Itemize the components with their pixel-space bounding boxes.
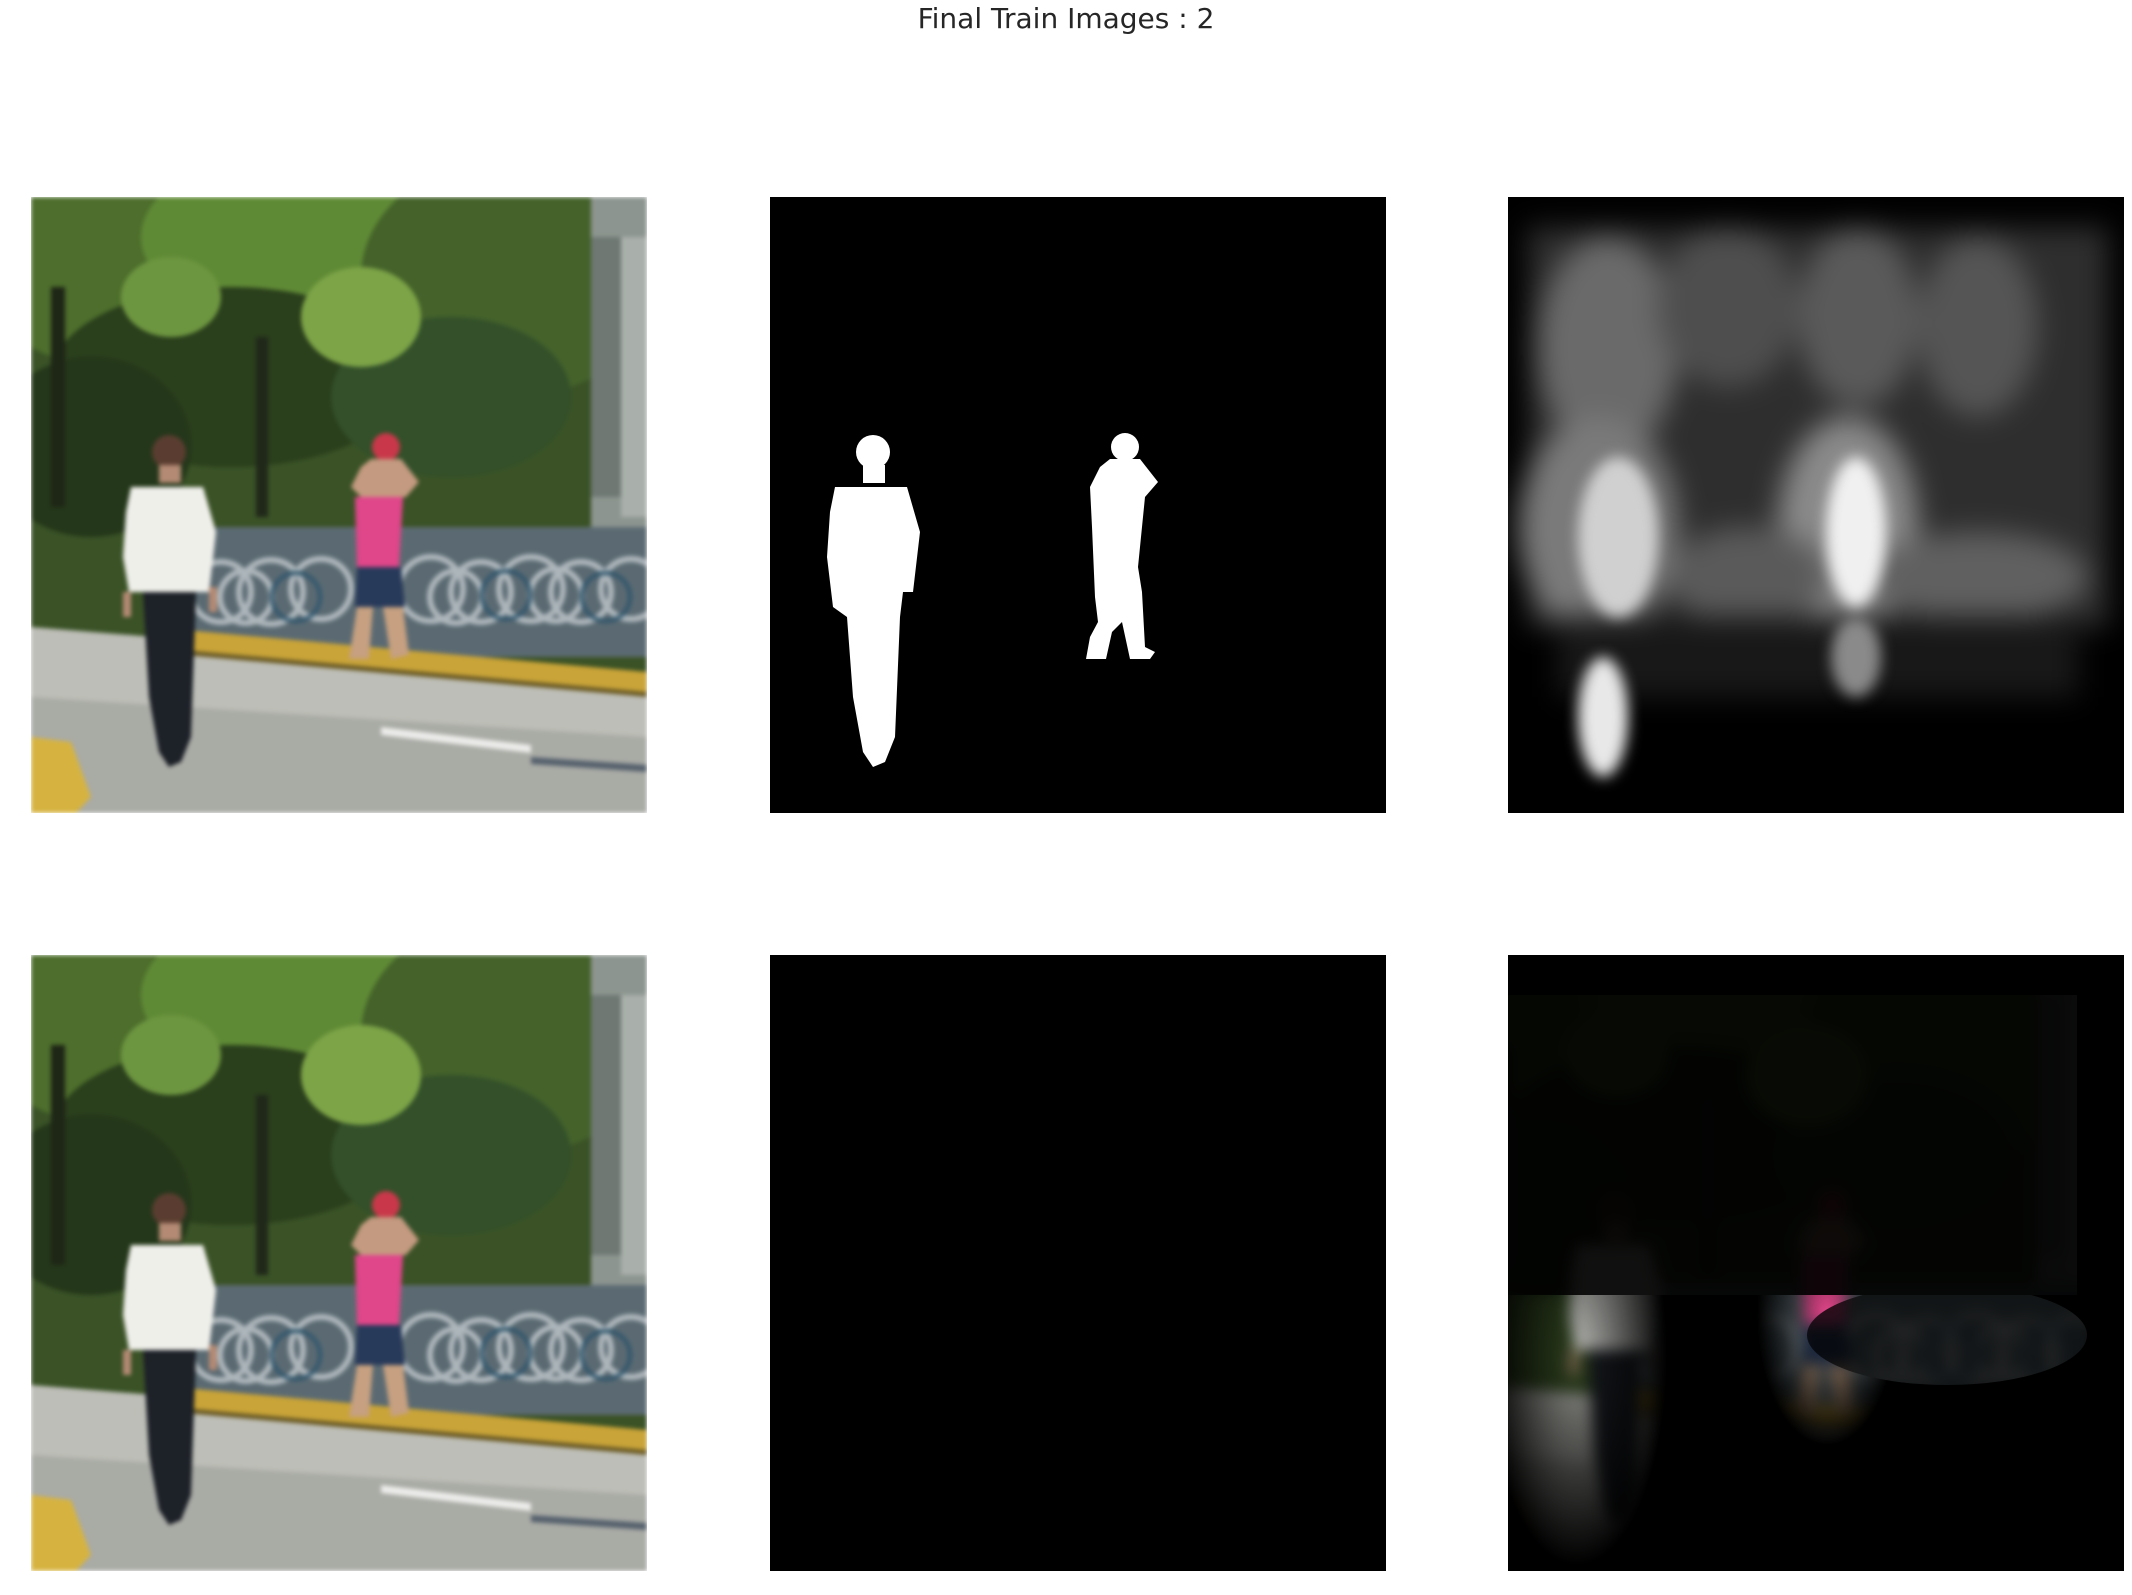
pred-masked-image-panel bbox=[1508, 955, 2124, 1571]
ground-truth-mask bbox=[770, 197, 1386, 813]
photo-masked-by-ground-truth bbox=[770, 955, 1386, 1571]
predicted-mask bbox=[1508, 197, 2124, 813]
figure-title: Final Train Images : 2 bbox=[917, 2, 1215, 35]
predicted-mask-panel bbox=[1508, 197, 2124, 813]
input-image-panel bbox=[31, 197, 647, 813]
ground-truth-mask-panel bbox=[770, 197, 1386, 813]
input-photo bbox=[31, 955, 647, 1571]
input-photo bbox=[31, 197, 647, 813]
gt-masked-image-panel bbox=[770, 955, 1386, 1571]
photo-masked-by-prediction bbox=[1508, 955, 2124, 1571]
input-image-panel-2 bbox=[31, 955, 647, 1571]
